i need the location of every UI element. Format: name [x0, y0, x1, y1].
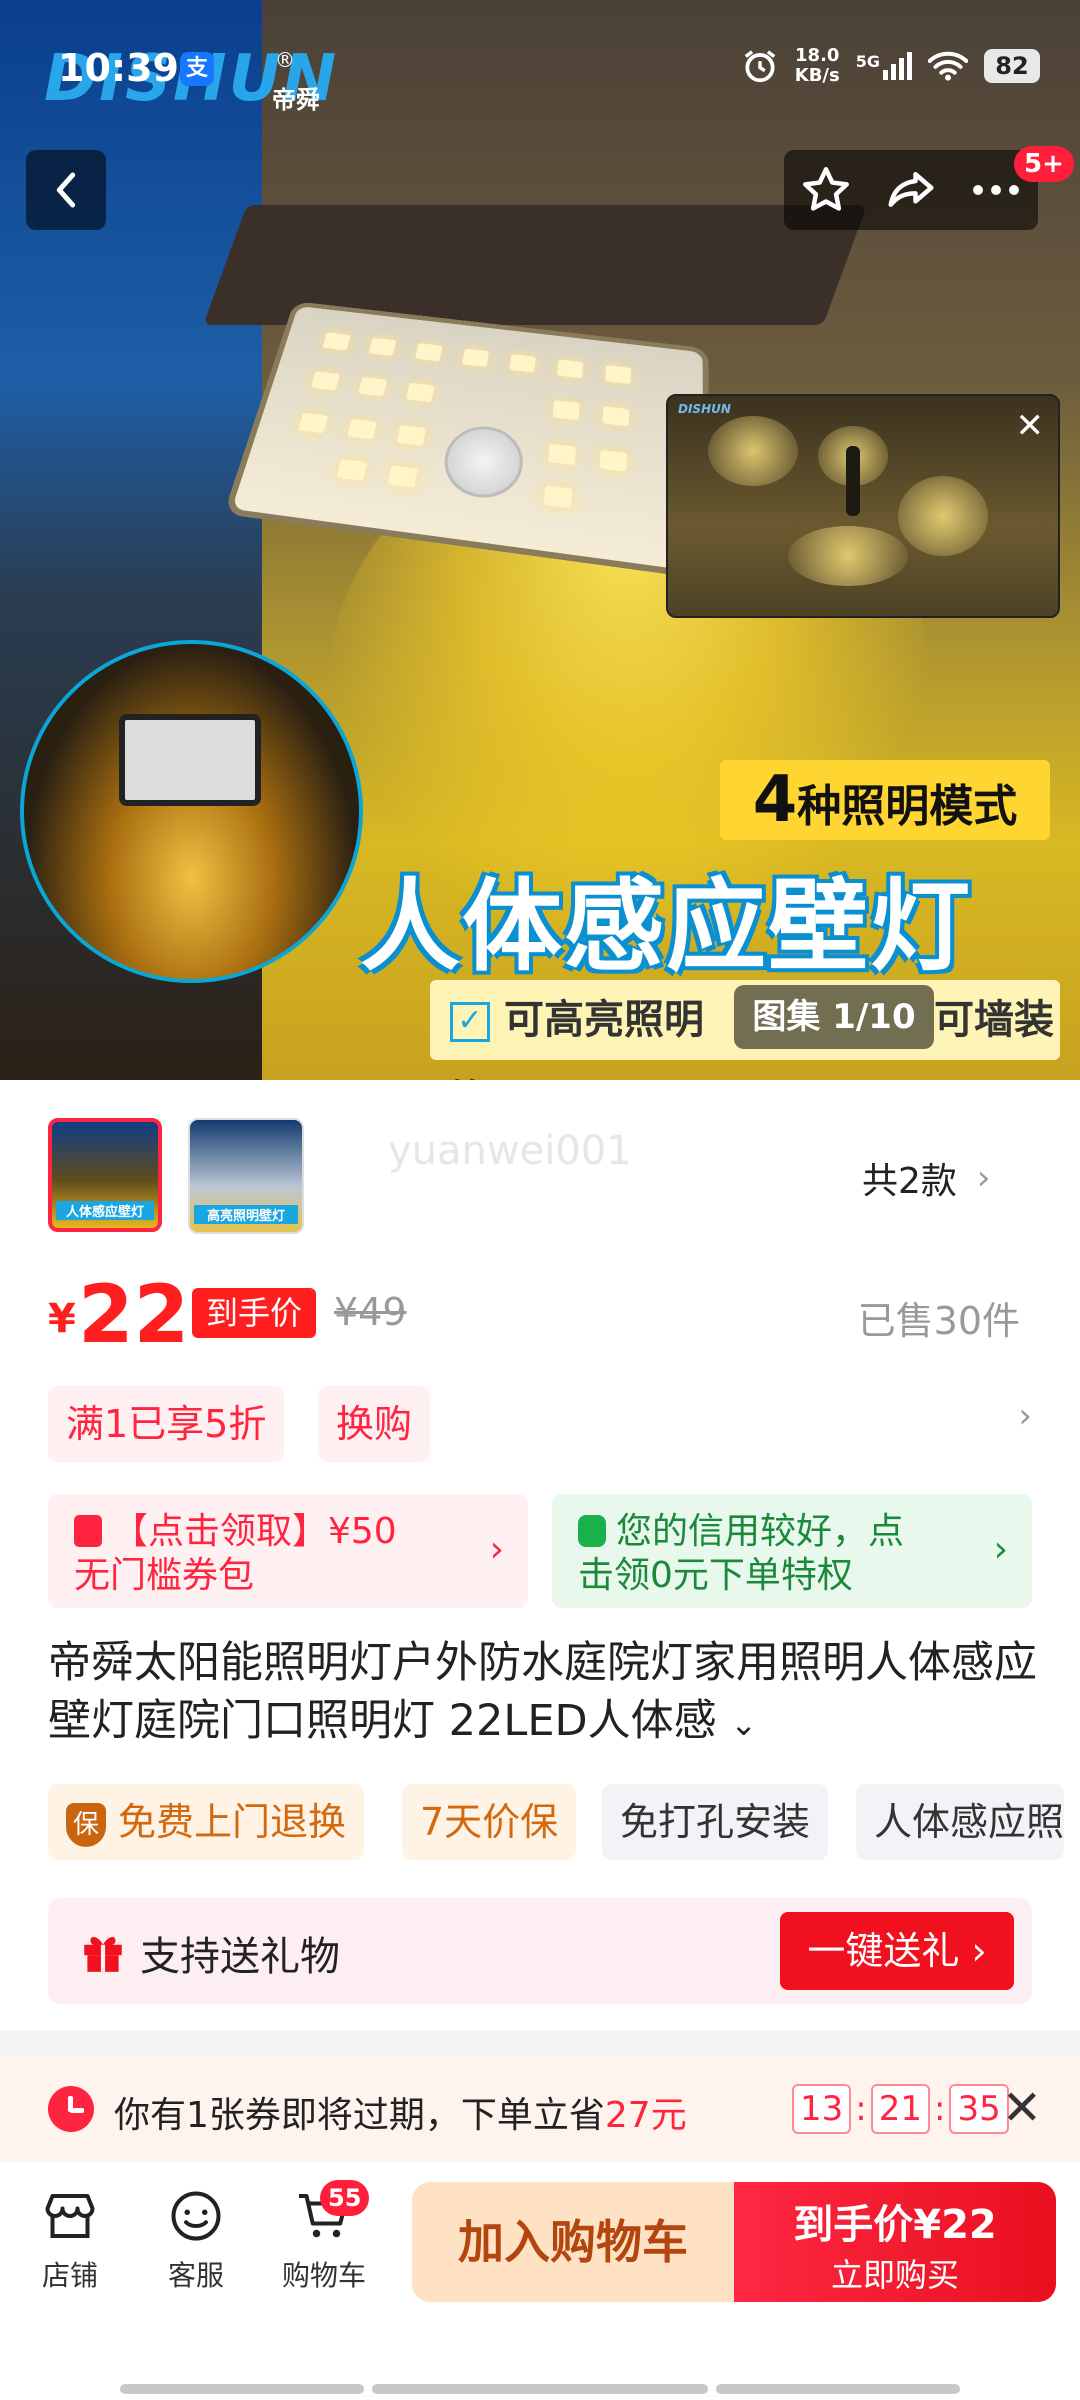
coupon-pack-card[interactable]: 【点击领取】¥50 无门槛券包 ›: [48, 1494, 528, 1608]
gift-text: 支持送礼物: [140, 1934, 340, 1980]
service-price-protect[interactable]: 7天价保: [402, 1784, 577, 1860]
gesture-bar-center[interactable]: [372, 2384, 708, 2394]
shield-icon: 保: [66, 1802, 106, 1847]
shop-button[interactable]: 店铺: [20, 2186, 120, 2294]
service-free-return[interactable]: 保免费上门退换: [48, 1784, 365, 1860]
store-icon: [45, 2194, 95, 2238]
gift-bar[interactable]: 支持送礼物 一键送礼 ›: [48, 1898, 1032, 2004]
cart-badge: 55: [320, 2180, 370, 2216]
price-currency: ¥: [48, 1296, 76, 1342]
promo-chevron-icon[interactable]: ›: [1018, 1396, 1032, 1436]
alarm-icon: [744, 50, 776, 83]
wifi-icon: [928, 51, 968, 81]
coupon-icon: [74, 1515, 102, 1547]
watermark: yuanwei001: [388, 1128, 632, 1174]
expand-chevron-icon[interactable]: ⌄: [730, 1705, 757, 1743]
promo-discount-chip[interactable]: 满1已享5折: [48, 1386, 285, 1462]
original-price: ¥49: [334, 1290, 407, 1334]
price-label: 到手价: [192, 1288, 317, 1338]
video-preview[interactable]: DISHUN ✕: [666, 394, 1060, 618]
close-icon[interactable]: ✕: [1016, 406, 1045, 446]
brand-logo-cn: 帝舜: [272, 86, 320, 114]
gesture-bar-right: [716, 2384, 960, 2394]
lamp-detail-inset: [20, 640, 363, 983]
chat-smile-icon: [171, 2191, 221, 2241]
coupon-expiring-banner[interactable]: 你有1张券即将过期，下单立省27元 13:21:35 ✕: [0, 2056, 1080, 2162]
shopping-bag-icon: [578, 1515, 606, 1547]
battery-indicator: 82: [984, 49, 1040, 83]
video-brand-logo: DISHUN: [678, 402, 731, 416]
chevron-right-icon: ›: [976, 1158, 991, 1198]
chevron-right-icon: ›: [489, 1529, 504, 1570]
price-value: 22: [78, 1268, 190, 1361]
sold-count: 已售30件: [857, 1299, 1020, 1343]
chevron-left-icon: [56, 172, 76, 208]
check-icon: ✓: [450, 1002, 490, 1042]
message-badge: 5+: [1014, 146, 1074, 182]
gallery-counter[interactable]: 图集 1/10: [734, 985, 934, 1049]
service-no-drill[interactable]: 免打孔安装: [602, 1784, 829, 1860]
signal-icon: [883, 52, 912, 80]
expiring-text: 你有1张券即将过期，下单立省27元: [114, 2095, 687, 2136]
gift-icon: [84, 1936, 122, 1972]
section-divider: [0, 2030, 1080, 2056]
buy-now-button[interactable]: 到手价¥22 立即购买: [734, 2182, 1056, 2302]
clock-icon: [48, 2086, 94, 2132]
credit-privilege-card[interactable]: 您的信用较好，点 击领0元下单特权 ›: [552, 1494, 1032, 1608]
variant-selector[interactable]: 共2款 ›: [862, 1152, 991, 1204]
alipay-icon: 支: [180, 52, 214, 86]
star-icon[interactable]: [799, 163, 853, 217]
countdown-timer: 13:21:35: [792, 2084, 1009, 2134]
customer-service-button[interactable]: 客服: [146, 2186, 246, 2294]
variant-thumb-1[interactable]: 人体感应壁灯: [48, 1118, 162, 1232]
variant-thumb-2[interactable]: 高亮照明壁灯: [188, 1118, 304, 1234]
close-icon[interactable]: ✕: [1002, 2080, 1042, 2136]
promo-exchange-chip[interactable]: 换购: [318, 1386, 431, 1462]
hero-slogan: 人体感应壁灯: [360, 868, 972, 985]
motion-sensor: [438, 422, 527, 503]
gesture-bar-left: [120, 2384, 364, 2394]
product-title[interactable]: 帝舜太阳能照明灯户外防水庭院灯家用照明人体感应壁灯庭院门口照明灯 22LED人体…: [48, 1634, 1038, 1753]
send-gift-button[interactable]: 一键送礼 ›: [780, 1912, 1014, 1990]
network-type: 5G: [856, 52, 912, 80]
status-icons: 18.0 KB/s 5G 82: [741, 46, 1040, 86]
net-speed: 18.0 KB/s: [794, 45, 840, 86]
person-silhouette: [846, 446, 860, 516]
share-icon[interactable]: [884, 163, 938, 217]
status-time: 10:39: [58, 46, 179, 90]
top-actions: [784, 150, 1038, 230]
bottom-action-bar: 店铺 客服 购物车 55 加入购物车 到手价¥22 立即购买: [0, 2162, 1080, 2400]
registered-mark: ®: [275, 48, 295, 72]
service-motion-light[interactable]: 人体感应照明: [856, 1784, 1064, 1860]
mode-banner: 4种照明模式: [720, 760, 1050, 840]
back-button[interactable]: [26, 150, 106, 230]
add-to-cart-button[interactable]: 加入购物车: [412, 2182, 734, 2302]
chevron-right-icon: ›: [993, 1529, 1008, 1570]
